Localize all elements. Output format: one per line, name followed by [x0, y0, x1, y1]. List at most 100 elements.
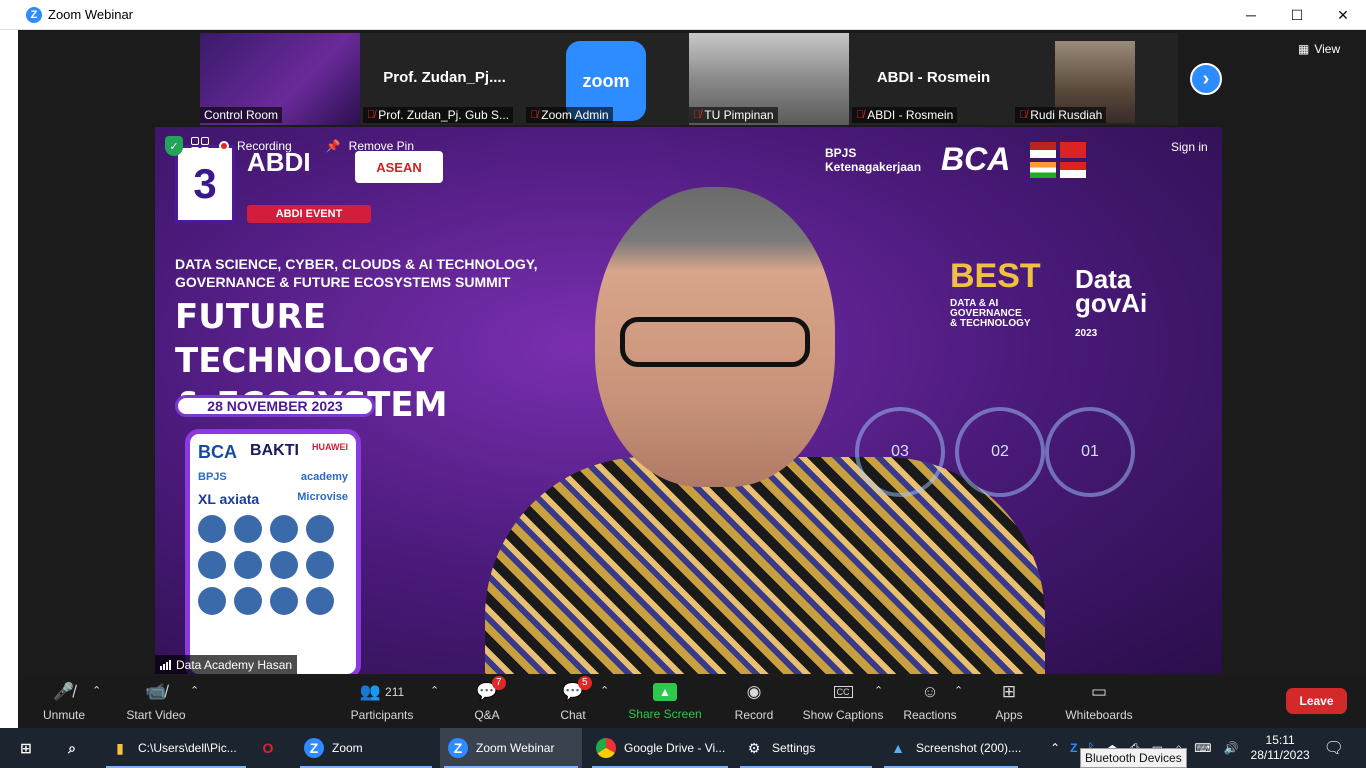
search-button[interactable]: ⌕ — [54, 728, 92, 768]
reactions-chevron-icon[interactable]: ⌃ — [954, 684, 963, 697]
thumbnail-rudi-rusdiah[interactable]: 🎙̸ Rudi Rusdiah — [1015, 33, 1178, 125]
mic-muted-icon: 🎙̸ — [367, 109, 376, 121]
abdi-event-badge: ABDI EVENT — [247, 205, 371, 223]
best-award-subtitle: DATA & AI GOVERNANCE & TECHNOLOGY — [950, 298, 1031, 329]
signal-strength-icon — [160, 659, 171, 670]
country-flags — [1030, 141, 1087, 178]
volume-icon[interactable]: 🔊 — [1224, 741, 1239, 755]
whiteboard-icon: ▭ — [1090, 682, 1108, 701]
view-button[interactable]: ▦ View — [1298, 42, 1340, 56]
chat-button[interactable]: 💬 5 Chat — [556, 676, 592, 728]
speaker-glasses — [620, 317, 810, 367]
taskbar-chrome[interactable]: Google Drive - Vi... — [588, 728, 732, 768]
sponsor-emblems — [198, 515, 348, 615]
bca-logo: BCA — [941, 141, 1011, 177]
sponsor-huawei: HUAWEI — [311, 442, 348, 452]
chat-badge: 5 — [578, 676, 592, 690]
qa-badge: 7 — [492, 676, 506, 690]
thumbnail-prof-zudan[interactable]: Prof. Zudan_Pj.... 🎙̸ Prof. Zudan_Pj. Gub… — [363, 33, 526, 125]
sponsor-panel: BCA BAKTI HUAWEI BPJS academy XL axiata … — [185, 429, 361, 674]
show-hidden-icons-chevron-icon[interactable]: ⌃ — [1050, 741, 1060, 755]
sponsor-bca: BCA — [198, 442, 237, 462]
chat-icon: 💬 5 — [562, 676, 592, 702]
sponsor-academy: academy — [300, 471, 348, 483]
thumbnail-label: Control Room — [200, 107, 283, 123]
start-video-button[interactable]: 📹̸ Start Video — [124, 676, 188, 728]
taskbar-settings[interactable]: ⚙ Settings — [736, 728, 876, 768]
zoom-app-icon: Z — [26, 6, 42, 23]
search-icon: ⌕ — [68, 739, 76, 756]
thumbnail-control-room[interactable]: Control Room — [200, 33, 363, 125]
minimize-button[interactable]: ─ — [1228, 0, 1274, 30]
security-shield-icon[interactable]: ✓ — [165, 136, 183, 156]
thumbnail-tu-pimpinan[interactable]: 🎙̸ TU Pimpinan — [689, 33, 852, 125]
participant-name-tile: ABDI - Rosmein — [876, 69, 991, 86]
share-screen-button[interactable]: ▲ Share Screen — [628, 676, 702, 728]
taskbar-explorer[interactable]: ▮ C:\Users\dell\Pic... — [102, 728, 250, 768]
recording-dot-icon — [219, 141, 229, 151]
mic-muted-icon: 🎙̸ — [856, 109, 865, 121]
record-button[interactable]: ◉ Record — [732, 676, 776, 728]
zoom-tray-icon[interactable]: Z — [1070, 741, 1077, 755]
thumbnail-zoom-admin[interactable]: zoom 🎙̸ Zoom Admin — [526, 33, 689, 125]
speaker-name-label: Data Academy Hasan — [155, 655, 298, 674]
thumbnail-label: 🎙̸ ABDI - Rosmein — [852, 107, 958, 123]
captions-icon: CC — [833, 682, 853, 702]
ring-01: 01 — [1045, 407, 1135, 497]
qa-button[interactable]: 💬 7 Q&A — [470, 676, 506, 728]
taskbar-zoom-webinar[interactable]: Z Zoom Webinar — [440, 728, 582, 768]
gear-icon: ⚙ — [747, 739, 761, 756]
sign-in-link[interactable]: Sign in — [1171, 140, 1208, 154]
window-title: Zoom Webinar — [48, 7, 134, 22]
thumbnail-label: 🎙̸ Zoom Admin — [526, 107, 613, 123]
apps-icon: ⊞ — [1001, 682, 1017, 701]
reactions-icon: ☺ — [921, 682, 939, 701]
photos-icon: ▲ — [891, 740, 905, 756]
chat-chevron-icon[interactable]: ⌃ — [600, 684, 609, 697]
participants-button[interactable]: 👥 211 Participants — [350, 676, 414, 728]
gallery-view-icon[interactable] — [191, 137, 211, 155]
clock-time: 15:11 — [1265, 733, 1295, 747]
participants-icon: 👥 211 — [359, 682, 405, 701]
pin-icon: 📌 — [325, 139, 341, 153]
unmute-button[interactable]: 🎤̸ Unmute — [40, 676, 88, 728]
main-video[interactable]: 3 ABDI ASEAN ABDI EVENT DATA SCIENCE, CY… — [155, 127, 1222, 674]
mic-muted-icon: 🎤̸ — [53, 682, 75, 701]
participant-name-tile: Prof. Zudan_Pj.... — [383, 69, 506, 86]
thumbnail-label: 🎙̸ Prof. Zudan_Pj. Gub S... — [363, 107, 513, 123]
video-overlay-controls: ✓ Recording 📌 Remove Pin — [165, 136, 414, 156]
event-date: 28 NOVEMBER 2023 — [175, 395, 375, 417]
captions-chevron-icon[interactable]: ⌃ — [874, 684, 883, 697]
chrome-icon — [596, 738, 616, 758]
remove-pin-button[interactable]: Remove Pin — [349, 139, 414, 153]
apps-button[interactable]: ⊞ Apps — [994, 676, 1024, 728]
share-screen-icon: ▲ — [653, 683, 677, 701]
next-page-arrow-icon[interactable]: › — [1190, 63, 1222, 95]
close-button[interactable]: ✕ — [1320, 0, 1366, 30]
audio-options-chevron-icon[interactable]: ⌃ — [92, 684, 101, 697]
start-button[interactable]: ⊞ — [8, 728, 46, 768]
participants-chevron-icon[interactable]: ⌃ — [430, 684, 439, 697]
record-icon: ◉ — [746, 682, 762, 701]
mic-muted-icon: 🎙̸ — [1019, 109, 1028, 121]
sponsor-bpjs: BPJS — [198, 471, 227, 483]
clock[interactable]: 15:11 28/11/2023 — [1251, 733, 1310, 763]
video-options-chevron-icon[interactable]: ⌃ — [190, 684, 199, 697]
input-method-icon[interactable]: ⌨ — [1194, 741, 1211, 755]
video-off-icon: 📹̸ — [145, 682, 167, 701]
whiteboards-button[interactable]: ▭ Whiteboards — [1062, 676, 1136, 728]
reactions-button[interactable]: ☺ Reactions — [900, 676, 960, 728]
view-grid-icon: ▦ — [1298, 42, 1310, 56]
bpjs-logo: BPJS Ketenagakerjaan — [825, 145, 922, 174]
qa-icon: 💬 7 — [476, 676, 506, 702]
notifications-icon[interactable]: 🗨 — [1324, 738, 1344, 758]
leave-button[interactable]: Leave — [1286, 688, 1347, 714]
taskbar-screenshot[interactable]: ▲ Screenshot (200).... — [880, 728, 1022, 768]
zoom-icon: Z — [304, 738, 324, 758]
maximize-button[interactable]: ☐ — [1274, 0, 1320, 30]
sponsor-header: BPJS Ketenagakerjaan BCA — [825, 141, 1087, 178]
taskbar-zoom[interactable]: Z Zoom — [296, 728, 436, 768]
day-badge: 3 — [175, 145, 235, 223]
thumbnail-abdi-rosmein[interactable]: ABDI - Rosmein 🎙̸ ABDI - Rosmein — [852, 33, 1015, 125]
taskbar-opera[interactable]: O — [250, 728, 290, 768]
